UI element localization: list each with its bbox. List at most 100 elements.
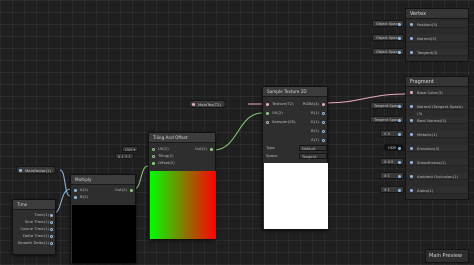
b-output-dot-icon[interactable] — [322, 129, 325, 133]
tiling-offset-node[interactable]: Tiling And Offset UV(2) Tiling(2) Offset… — [148, 132, 216, 240]
fragment-metallic-value[interactable]: X 0 — [380, 130, 404, 137]
smoothness-dot-icon — [410, 161, 413, 164]
normal-dot-icon — [410, 37, 413, 40]
fragment-row-emission[interactable]: Emission(3) — [406, 145, 468, 152]
fragment-bent-normal-space[interactable]: Tangent Space — [370, 116, 404, 123]
sample-texture-preview — [264, 163, 328, 229]
fragment-block[interactable]: Fragment Base Color(3) Normal (Tangent S… — [405, 76, 469, 200]
fragment-row-bent-normal[interactable]: Bent Normal(3) — [406, 117, 468, 124]
ext-dot-icon — [398, 22, 401, 26]
time-output-delta[interactable]: Delta Time(1) — [23, 233, 49, 239]
fragment-row-alpha[interactable]: Alpha(1) — [406, 187, 468, 194]
g-output-dot-icon[interactable] — [322, 120, 325, 124]
main-preview-title: Main Preview — [429, 253, 462, 259]
multiply-input-a[interactable]: A(1) — [80, 187, 88, 193]
tiling-input-offset[interactable]: Offset(2) — [158, 160, 175, 166]
sample-type-dropdown[interactable]: Default — [299, 145, 327, 151]
rgba-output-dot-icon[interactable] — [322, 102, 325, 106]
ext-dot-icon — [398, 174, 401, 178]
ext-dot-icon — [398, 36, 401, 40]
sample-texture-node[interactable]: Sample Texture 2D Texture(T2) UV(2) Samp… — [262, 86, 328, 230]
wire-mainfactor-to-multiply — [59, 169, 71, 197]
mainfactor-property-node[interactable]: MainFactor(1) — [16, 166, 57, 174]
smooth-delta-output-dot-icon[interactable] — [50, 241, 53, 245]
tiling-input-uv-dot-icon[interactable] — [152, 147, 155, 151]
multiply-output-out[interactable]: Out(2) — [115, 187, 127, 193]
sample-input-uv[interactable]: UV(2) — [272, 110, 283, 116]
tiling-input-uv[interactable]: UV(2) — [158, 146, 169, 152]
ext-dot-icon — [398, 50, 401, 54]
vertex-normal-space[interactable]: Object Space — [372, 34, 404, 41]
maintex-property-node[interactable]: MainTex(T2) — [189, 100, 226, 108]
time-output-cosine[interactable]: Cosine Time(1) — [20, 226, 49, 232]
vertex-position-space[interactable]: Object Space — [372, 20, 404, 27]
tiling-input-tiling[interactable]: Tiling(2) — [158, 153, 174, 159]
multiply-input-a-dot-icon[interactable] — [74, 188, 77, 192]
multiply-node-title: Multiply — [71, 175, 135, 185]
time-node[interactable]: Time Time(1) Sine Time(1) Cosine Time(1)… — [12, 199, 56, 255]
tiling-input-field[interactable]: X 1 Y 1 — [115, 153, 134, 159]
sample-input-sampler-dot-icon[interactable] — [266, 120, 269, 124]
multiply-node[interactable]: Multiply A(1) B(2) Out(2) — [70, 174, 136, 264]
vertex-block-title: Vertex — [406, 9, 468, 19]
multiply-input-b[interactable]: B(2) — [80, 194, 88, 200]
fragment-smoothness-value[interactable]: X 0.5 — [380, 158, 404, 165]
vertex-row-normal[interactable]: Normal(3) — [406, 35, 468, 42]
ext-dot-icon — [398, 132, 401, 136]
delta-output-dot-icon[interactable] — [50, 234, 53, 238]
metallic-dot-icon — [410, 133, 413, 136]
vertex-row-position[interactable]: Position(3) — [406, 21, 468, 28]
r-output-dot-icon[interactable] — [322, 111, 325, 115]
sample-input-texture[interactable]: Texture(T2) — [272, 101, 294, 107]
wire-multiply-to-tiling — [133, 165, 149, 190]
time-output-smooth-delta[interactable]: Smooth Delta(1) — [18, 240, 49, 246]
fragment-alpha-value[interactable]: X 1 — [380, 186, 404, 193]
fragment-row-normal-tangent[interactable]: Normal (Tangent Space)(3) — [406, 103, 468, 116]
fragment-emission-hdr[interactable]: HDR — [384, 144, 404, 151]
ext-dot-icon — [398, 188, 401, 192]
cosine-output-dot-icon[interactable] — [50, 227, 53, 231]
tiling-output-dot-icon[interactable] — [210, 147, 213, 151]
alpha-dot-icon — [410, 189, 413, 192]
fragment-ao-value[interactable]: X 1 — [380, 172, 404, 179]
emission-dot-icon — [410, 147, 413, 150]
fragment-block-title: Fragment — [406, 77, 468, 87]
fragment-row-metallic[interactable]: Metallic(1) — [406, 131, 468, 138]
multiply-input-b-dot-icon[interactable] — [74, 195, 77, 199]
fragment-row-base-color[interactable]: Base Color(3) — [406, 89, 468, 96]
a-output-dot-icon[interactable] — [322, 138, 325, 142]
sample-output-r[interactable]: R(1) — [311, 110, 319, 116]
bent-normal-dot-icon — [410, 119, 413, 122]
fragment-row-ambient-occlusion[interactable]: Ambient Occlusion(1) — [406, 173, 468, 180]
main-preview-panel[interactable]: Main Preview — [425, 249, 469, 263]
sample-input-sampler[interactable]: Sampler(SS) — [272, 119, 296, 125]
sample-output-rgba[interactable]: RGBA(4) — [303, 101, 319, 107]
time-output-sine[interactable]: Sine Time(1) — [25, 219, 49, 225]
base-color-dot-icon — [410, 91, 413, 94]
uv-channel-dropdown[interactable]: UV0 ▾ — [122, 146, 139, 152]
time-output-time[interactable]: Time(1) — [34, 212, 49, 218]
maintex-property-dot-icon — [192, 102, 195, 106]
sample-texture-node-title: Sample Texture 2D — [263, 87, 327, 97]
sample-input-texture-dot-icon[interactable] — [266, 102, 269, 106]
sine-output-dot-icon[interactable] — [50, 220, 53, 224]
vertex-block[interactable]: Vertex Position(3) Normal(3) Tangent(3) — [405, 8, 469, 62]
fragment-row-smoothness[interactable]: Smoothness(1) — [406, 159, 468, 166]
sample-output-g[interactable]: G(1) — [311, 119, 319, 125]
sample-output-b[interactable]: B(1) — [311, 128, 319, 134]
tiling-output-out[interactable]: Out(2) — [195, 146, 207, 152]
sample-space-dropdown[interactable]: Tangent — [299, 153, 327, 159]
ext-dot-icon — [398, 104, 401, 108]
multiply-output-dot-icon[interactable] — [130, 188, 133, 192]
vertex-row-tangent[interactable]: Tangent(3) — [406, 49, 468, 56]
tiling-input-offset-dot-icon[interactable] — [152, 161, 155, 165]
sample-output-a[interactable]: A(1) — [311, 137, 319, 143]
tiling-preview — [150, 171, 216, 239]
tiling-input-tiling-dot-icon[interactable] — [152, 154, 155, 158]
sample-input-uv-dot-icon[interactable] — [266, 111, 269, 115]
sample-space-label: Space — [266, 153, 278, 158]
vertex-tangent-space[interactable]: Object Space — [372, 48, 404, 55]
time-output-dot-icon[interactable] — [50, 213, 53, 217]
multiply-preview — [72, 205, 136, 263]
fragment-normal-space[interactable]: Tangent Space — [370, 102, 404, 109]
